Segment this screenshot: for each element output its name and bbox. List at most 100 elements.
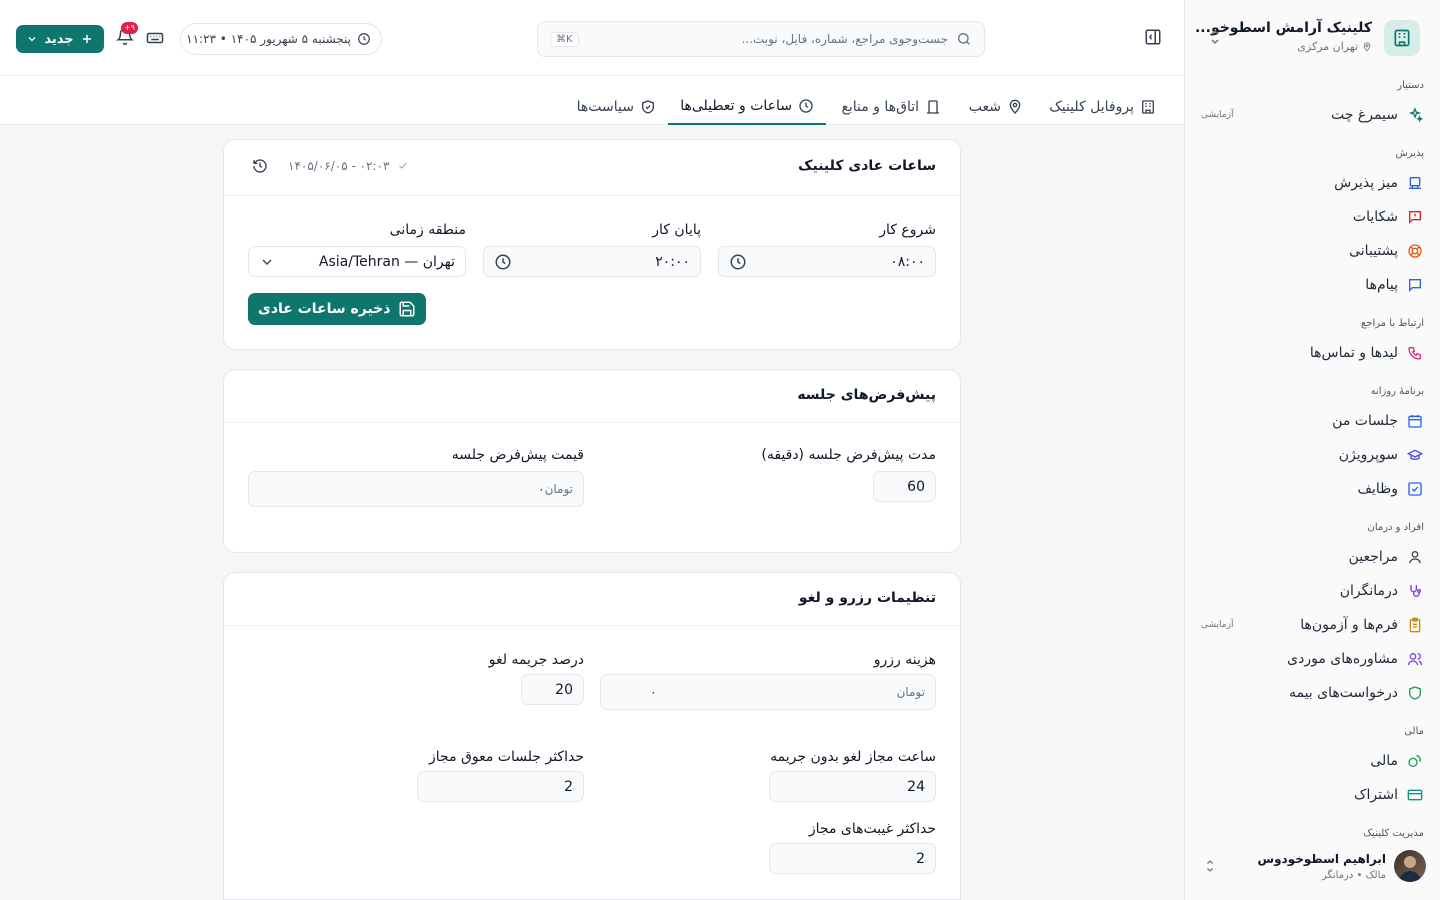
sidebar-item[interactable]: پشتیبانی [1201, 237, 1424, 265]
end-time-value: ۲۰:۰۰ [655, 253, 690, 270]
sidebar-item[interactable]: درمانگران [1201, 577, 1424, 605]
session-defaults-card: پیش‌فرض‌های جلسه مدت پیش‌فرض جلسه (دقیقه… [223, 369, 961, 553]
session-price-input[interactable]: تومان ۰ [248, 471, 584, 507]
booking-fee-input[interactable]: تومان ۰ [600, 674, 936, 710]
cancel-penalty-input[interactable]: 20 [521, 674, 584, 705]
clock-icon [357, 32, 371, 46]
history-icon[interactable] [252, 158, 268, 174]
tab-clinic-profile[interactable]: پروفایل کلینیک [1037, 88, 1168, 125]
free-cancel-hours-input[interactable]: 24 [769, 771, 936, 802]
search-input[interactable] [586, 32, 948, 46]
sidebar-item[interactable]: اشتراک [1201, 781, 1424, 809]
sidebar-toggle-icon[interactable] [1142, 28, 1162, 48]
free-cancel-hours-label: ساعت مجاز لغو بدون جریمه [770, 749, 936, 765]
keyboard-icon[interactable] [144, 29, 164, 49]
card-title: پیش‌فرض‌های جلسه [797, 387, 936, 403]
tab-label: سیاست‌ها [576, 98, 634, 115]
sidebar-item-label: لیدها و تماس‌ها [1309, 345, 1398, 361]
lifebuoy-icon [1406, 242, 1424, 260]
clock-icon [729, 253, 747, 271]
user-menu[interactable]: ابراهیم اسطوخودوس مالک • درمانگر [1199, 850, 1426, 886]
booking-fee-label: هزینه رزرو [873, 652, 936, 668]
card-title: تنظیمات رزرو و لغو [798, 590, 936, 606]
start-time-field[interactable]: ۰۸:۰۰ [718, 246, 936, 277]
tab-rooms-resources[interactable]: اتاق‌ها و منابع [829, 88, 953, 125]
sidebar-item[interactable]: وظایف [1201, 475, 1424, 503]
calendar-icon [1406, 412, 1424, 430]
sidebar-section-title: پذیرش [1395, 148, 1424, 159]
beta-badge: آزمایشی [1201, 620, 1234, 630]
tab-hours-holidays[interactable]: ساعات و تعطیلی‌ها [668, 88, 826, 125]
currency-unit: تومان [896, 685, 925, 699]
sidebar-item[interactable]: فرم‌ها و آزمون‌ها آزمایشی [1201, 611, 1424, 639]
sidebar-item-label: فرم‌ها و آزمون‌ها [1300, 617, 1398, 633]
building-icon [1140, 99, 1156, 115]
sidebar-item-label: سیمرغ چت [1331, 107, 1398, 123]
max-pending-input[interactable]: 2 [417, 771, 584, 802]
sidebar-item[interactable]: مالی [1201, 747, 1424, 775]
timezone-select[interactable]: تهران — Asia/Tehran [248, 246, 466, 277]
tab-policies[interactable]: سیاست‌ها [565, 88, 668, 125]
chevrons-up-down-icon[interactable] [1203, 858, 1215, 874]
search-bar[interactable]: ⌘K [537, 21, 985, 57]
new-button[interactable]: جدید [16, 25, 104, 53]
sidebar-item[interactable]: لیدها و تماس‌ها [1201, 339, 1424, 367]
sidebar: کلینیک آرامش اسطوخو... تهران مرکزی دستیا… [1184, 0, 1440, 900]
sidebar-item[interactable]: درخواست‌های بیمه [1201, 679, 1424, 707]
topbar: ⌘K پنجشنبه ۵ شهریور ۱۴۰۵ • ۱۱:۲۳ ۹+ جدید [0, 0, 1184, 76]
search-shortcut: ⌘K [550, 31, 579, 47]
tab-branches[interactable]: شعب [957, 88, 1035, 125]
chevrons-up-down-icon[interactable] [1205, 28, 1221, 48]
max-pending-label: حداکثر جلسات معوق مجاز [429, 749, 584, 765]
start-time-label: شروع کار [879, 222, 936, 238]
tab-label: شعب [968, 98, 1001, 115]
chevron-down-icon [259, 254, 275, 270]
currency-unit: تومان [544, 482, 573, 496]
sidebar-item[interactable]: جلسات من [1201, 407, 1424, 435]
tab-label: اتاق‌ها و منابع [841, 98, 919, 115]
sidebar-item-label: درمانگران [1339, 583, 1398, 599]
sidebar-item[interactable]: شکایات [1201, 203, 1424, 231]
user-role: مالک • درمانگر [1321, 870, 1386, 881]
check-icon [397, 160, 409, 172]
message-icon [1406, 276, 1424, 294]
clipboard-icon [1406, 616, 1424, 634]
sidebar-section-title: مالی [1404, 726, 1424, 737]
sidebar-section-title: مدیریت کلینیک [1363, 828, 1424, 839]
max-absence-value: 2 [916, 850, 925, 867]
sidebar-item-label: مالی [1370, 753, 1398, 769]
phone-icon [1406, 344, 1424, 362]
sidebar-item-label: سوپرویژن [1338, 447, 1398, 463]
last-saved-time: ۱۴۰۵/۰۶/۰۵ - ۰۲:۰۳ [288, 159, 390, 173]
beta-badge: آزمایشی [1201, 110, 1234, 120]
sidebar-section-title: دستیار [1397, 80, 1424, 91]
settings-tabs: پروفایل کلینیک شعب اتاق‌ها و منابع ساعات… [0, 76, 1184, 125]
end-time-field[interactable]: ۲۰:۰۰ [483, 246, 701, 277]
location-pin-icon [1362, 41, 1372, 52]
sparkles-icon [1406, 106, 1424, 124]
sidebar-item[interactable]: پیام‌ها [1201, 271, 1424, 299]
chevron-down-icon [26, 33, 38, 45]
sidebar-item[interactable]: سوپرویژن [1201, 441, 1424, 469]
sidebar-item[interactable]: میز پذیرش [1201, 169, 1424, 197]
clinic-logo [1384, 20, 1420, 56]
notification-count: ۹+ [121, 22, 138, 34]
sidebar-item-label: شکایات [1352, 209, 1398, 225]
sidebar-item-label: میز پذیرش [1334, 175, 1398, 191]
sidebar-section-title: برنامهٔ روزانه [1370, 386, 1424, 397]
sidebar-item[interactable]: سیمرغ چت آزمایشی [1201, 101, 1424, 129]
clinic-switcher[interactable]: کلینیک آرامش اسطوخو... تهران مرکزی [1195, 18, 1420, 62]
regular-hours-card: ساعات عادی کلینیک ۱۴۰۵/۰۶/۰۵ - ۰۲:۰۳ شرو… [223, 139, 961, 350]
session-duration-value: 60 [907, 478, 925, 495]
save-icon [398, 300, 416, 318]
sidebar-item[interactable]: مشاوره‌های موردی [1201, 645, 1424, 673]
sidebar-item[interactable]: مراجعین [1201, 543, 1424, 571]
sidebar-item-label: وظایف [1357, 481, 1398, 497]
card-title: ساعات عادی کلینیک [798, 158, 936, 174]
max-absence-input[interactable]: 2 [769, 843, 936, 874]
clock-icon [798, 98, 814, 114]
notification-bell-icon[interactable]: ۹+ [112, 22, 138, 49]
current-date: پنجشنبه ۵ شهریور ۱۴۰۵ • ۱۱:۲۳ [186, 32, 351, 46]
save-hours-button[interactable]: ذخیره ساعات عادی [248, 293, 427, 325]
session-duration-input[interactable]: 60 [873, 471, 936, 502]
